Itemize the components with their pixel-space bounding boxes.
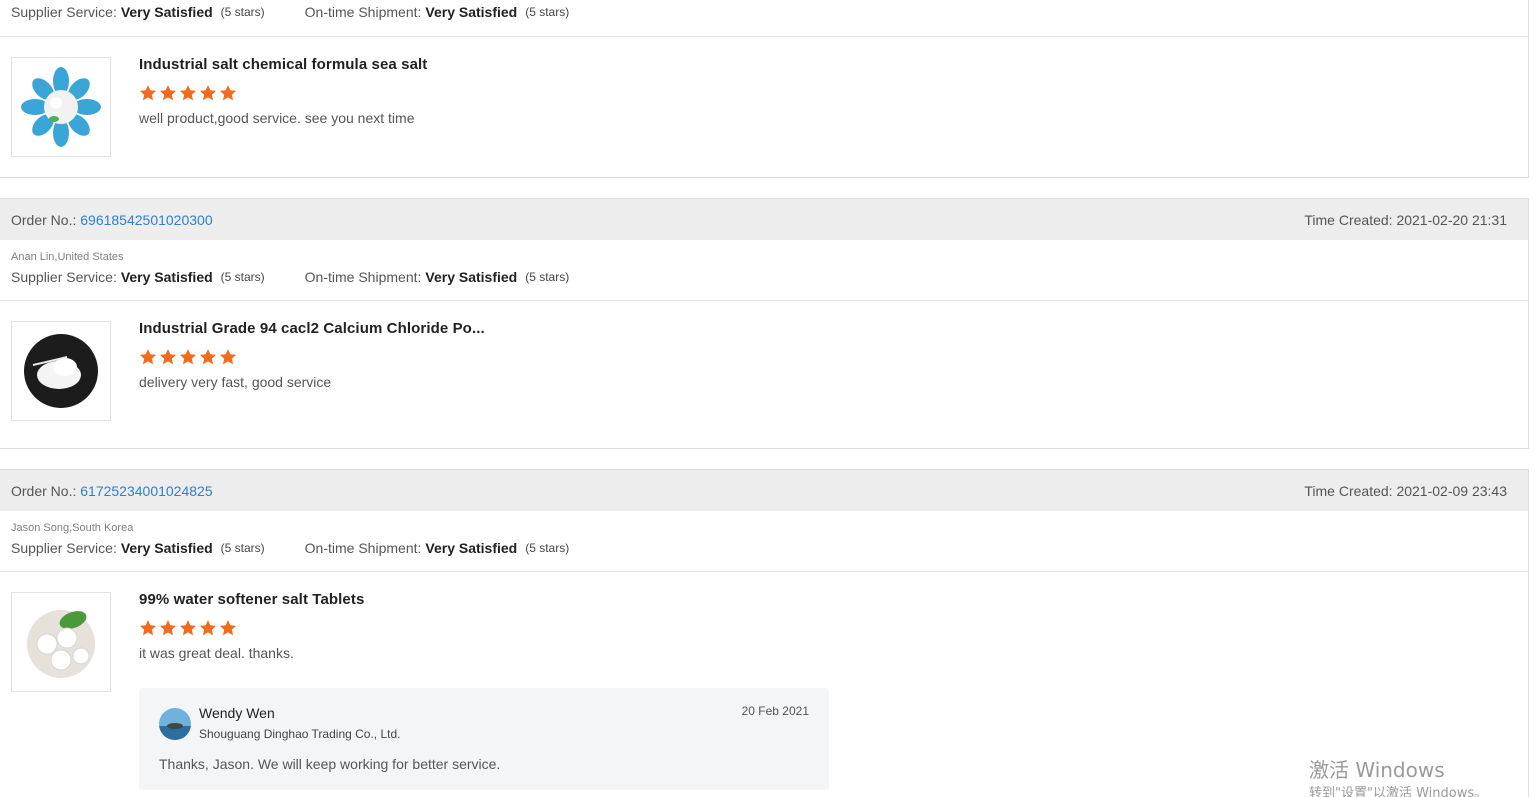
product-name[interactable]: Industrial salt chemical formula sea sal… xyxy=(139,56,427,73)
star-icon xyxy=(159,620,177,636)
supplier-service-stars: (5 stars) xyxy=(220,541,265,555)
watermark-line2: 转到"设置"以激活 Windows。 xyxy=(1309,786,1488,797)
star-icon xyxy=(179,349,197,365)
supplier-service-label: Supplier Service: xyxy=(11,269,117,285)
watermark-line1: 激活 Windows xyxy=(1309,758,1445,782)
ontime-shipment-stars: (5 stars) xyxy=(525,270,570,284)
ratings-row: Supplier Service: Very Satisfied (5 star… xyxy=(11,265,1517,289)
product-review: Industrial Grade 94 cacl2 Calcium Chlori… xyxy=(0,301,1528,441)
supplier-reply: Wendy Wen Shouguang Dinghao Trading Co.,… xyxy=(139,688,829,790)
product-image-calcium-chloride[interactable] xyxy=(11,321,111,421)
product-name[interactable]: Industrial Grade 94 cacl2 Calcium Chlori… xyxy=(139,320,485,337)
order-no-label: Order No.: xyxy=(11,482,81,499)
ontime-shipment-value: Very Satisfied xyxy=(425,4,518,20)
ratings-row: Supplier Service: Very Satisfied (5 star… xyxy=(11,0,1517,24)
order-no-label: Order No.: xyxy=(11,211,81,228)
star-icon xyxy=(139,620,157,636)
ontime-shipment-label: On-time Shipment: xyxy=(304,540,422,556)
feedback-card-partial: Supplier Service: Very Satisfied (5 star… xyxy=(0,0,1529,178)
product-name[interactable]: 99% water softener salt Tablets xyxy=(139,591,364,608)
feedback-card: Order No.: 69618542501020300 Time Create… xyxy=(0,198,1529,449)
review-comment: delivery very fast, good service xyxy=(139,374,332,390)
supplier-service-value: Very Satisfied xyxy=(120,269,213,285)
star-icon xyxy=(219,620,237,636)
star-icon xyxy=(199,620,217,636)
supplier-service-value: Very Satisfied xyxy=(120,4,213,20)
ontime-shipment-label: On-time Shipment: xyxy=(304,4,422,20)
product-review: Industrial salt chemical formula sea sal… xyxy=(0,37,1528,177)
star-icon xyxy=(159,85,177,101)
time-created-value: 2021-02-20 21:31 xyxy=(1396,211,1507,228)
buyer-info: Jason Song,South Korea xyxy=(11,522,134,534)
star-icon xyxy=(179,620,197,636)
star-icon xyxy=(139,349,157,365)
star-icon xyxy=(179,85,197,101)
star-icon xyxy=(199,349,217,365)
ratings-row: Supplier Service: Very Satisfied (5 star… xyxy=(11,536,1517,560)
feedback-card: Order No.: 61725234001024825 Time Create… xyxy=(0,469,1529,797)
supplier-service-label: Supplier Service: xyxy=(11,4,117,20)
ontime-shipment-value: Very Satisfied xyxy=(425,540,518,556)
review-comment: it was great deal. thanks. xyxy=(139,645,294,661)
feedback-list: Supplier Service: Very Satisfied (5 star… xyxy=(0,0,1537,797)
ontime-shipment-value: Very Satisfied xyxy=(425,269,518,285)
product-rating-stars xyxy=(139,619,364,639)
reply-company: Shouguang Dinghao Trading Co., Ltd. xyxy=(199,727,401,741)
reply-author-name: Wendy Wen xyxy=(199,705,275,721)
ontime-shipment-label: On-time Shipment: xyxy=(304,269,422,285)
star-icon xyxy=(199,85,217,101)
star-icon xyxy=(159,349,177,365)
order-no-link[interactable]: 69618542501020300 xyxy=(80,212,212,228)
avatar xyxy=(159,708,191,740)
product-image-salt-tablets[interactable] xyxy=(11,592,111,692)
product-rating-stars xyxy=(139,84,427,104)
star-icon xyxy=(219,349,237,365)
star-icon xyxy=(139,85,157,101)
ontime-shipment-stars: (5 stars) xyxy=(525,541,570,555)
order-no-link[interactable]: 61725234001024825 xyxy=(80,483,212,499)
product-rating-stars xyxy=(139,348,485,368)
product-review: 99% water softener salt Tablets it was g… xyxy=(0,572,1528,797)
supplier-service-stars: (5 stars) xyxy=(220,5,265,19)
reply-text: Thanks, Jason. We will keep working for … xyxy=(159,756,501,772)
windows-activation-watermark: 激活 Windows 转到"设置"以激活 Windows。 xyxy=(1309,758,1487,797)
order-header: Order No.: 69618542501020300 Time Create… xyxy=(0,199,1528,240)
product-image-sea-salt[interactable] xyxy=(11,57,111,157)
supplier-service-value: Very Satisfied xyxy=(120,540,213,556)
review-comment: well product,good service. see you next … xyxy=(139,110,415,126)
time-created-value: 2021-02-09 23:43 xyxy=(1396,482,1507,499)
ontime-shipment-stars: (5 stars) xyxy=(525,5,570,19)
time-created-label: Time Created: xyxy=(1304,211,1397,228)
order-header: Order No.: 61725234001024825 Time Create… xyxy=(0,470,1528,511)
time-created-label: Time Created: xyxy=(1304,482,1397,499)
supplier-service-label: Supplier Service: xyxy=(11,540,117,556)
buyer-info: Anan Lin,United States xyxy=(11,251,124,263)
reply-date: 20 Feb 2021 xyxy=(741,704,809,718)
star-icon xyxy=(219,85,237,101)
supplier-service-stars: (5 stars) xyxy=(220,270,265,284)
